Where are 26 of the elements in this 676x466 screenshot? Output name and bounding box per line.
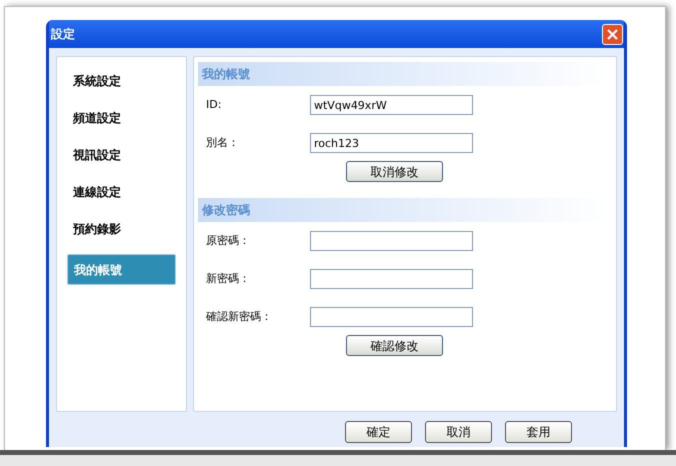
input-field[interactable] [310, 231, 473, 251]
field-label: 新密碼： [205, 270, 251, 287]
section-title: 修改密碼 [202, 202, 250, 219]
section-button[interactable]: 確認修改 [346, 335, 443, 356]
sidebar-item[interactable]: 視訊設定 [67, 143, 176, 167]
sidebar-item[interactable]: 預約錄影 [67, 217, 176, 241]
close-button[interactable] [602, 24, 623, 44]
window-title: 設定 [51, 26, 75, 43]
input-field[interactable] [310, 269, 473, 289]
close-icon [607, 28, 618, 40]
sidebar-item[interactable]: 連線設定 [67, 180, 176, 204]
dialog-button[interactable]: 取消 [425, 421, 492, 443]
field-label: 別名： [205, 134, 240, 151]
input-field[interactable] [310, 307, 473, 327]
section-title: 我的帳號 [202, 66, 250, 83]
dialog-button[interactable]: 確定 [345, 421, 412, 443]
field-label: ID: [205, 96, 222, 113]
sidebar-item[interactable]: 頻道設定 [67, 106, 176, 130]
input-field[interactable]: wtVqw49xrW [310, 95, 473, 115]
sidebar-item[interactable]: 我的帳號 [67, 254, 176, 285]
sidebar-item[interactable]: 系統設定 [67, 69, 176, 93]
section-button[interactable]: 取消修改 [346, 161, 443, 182]
field-label: 確認新密碼： [205, 308, 273, 325]
field-label: 原密碼： [205, 232, 251, 249]
dialog-button[interactable]: 套用 [505, 421, 572, 443]
input-field[interactable]: roch123 [310, 133, 473, 153]
